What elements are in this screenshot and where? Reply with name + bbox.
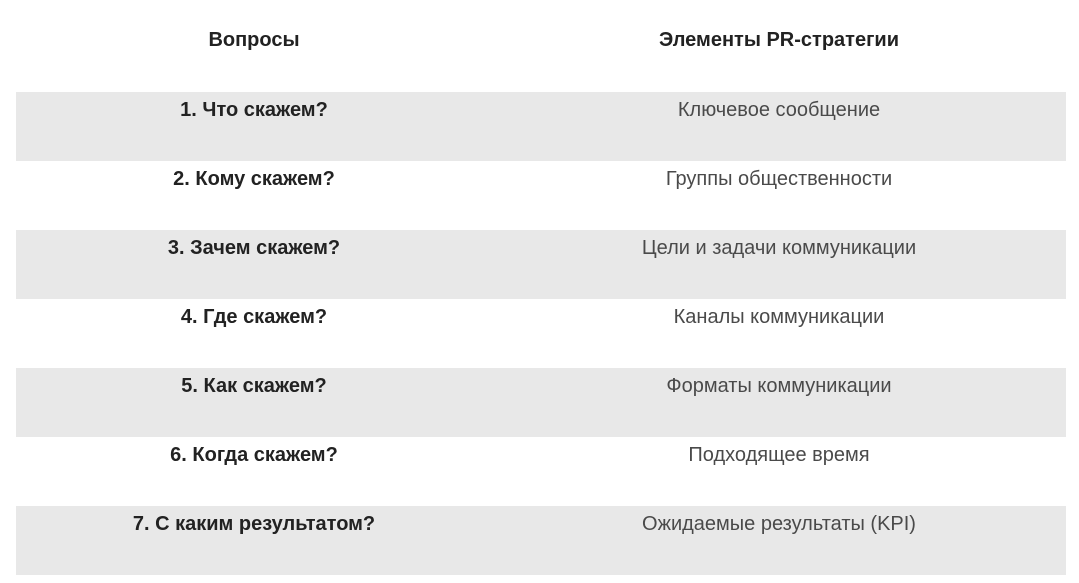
element-cell: Ожидаемые результаты (KPI) [642, 513, 916, 535]
header-elements: Элементы PR-стратегии [659, 29, 899, 51]
question-cell: 3. Зачем скажем? [167, 237, 341, 259]
question-cell: 5. Как скажем? [181, 375, 327, 397]
header-questions: Вопросы [208, 29, 300, 51]
question-cell: 2. Кому скажем? [173, 168, 335, 190]
element-cell: Подходящее время [688, 444, 870, 466]
element-cell: Каналы коммуникации [673, 306, 885, 328]
question-cell: 7. С каким результатом? [132, 513, 376, 535]
table-row: 4. Где скажем? Каналы коммуникации [16, 299, 1066, 368]
table-row: 6. Когда скажем? Подходящее время [16, 437, 1066, 506]
table-row: 2. Кому скажем? Группы общественности [16, 161, 1066, 230]
table-row: 1. Что скажем? Ключевое сообщение [16, 92, 1066, 161]
element-cell: Цели и задачи коммуникации [641, 237, 917, 259]
question-cell: 4. Где скажем? [180, 306, 328, 328]
element-cell: Форматы коммуникации [666, 375, 892, 397]
element-cell: Ключевое сообщение [677, 99, 881, 121]
element-cell: Группы общественности [665, 168, 893, 190]
table-header-row: Вопросы Элементы PR-стратегии [16, 0, 1066, 92]
pr-strategy-table: Вопросы Элементы PR-стратегии 1. Что ска… [16, 0, 1066, 575]
question-cell: 6. Когда скажем? [170, 444, 338, 466]
table-row: 5. Как скажем? Форматы коммуникации [16, 368, 1066, 437]
table-row: 3. Зачем скажем? Цели и задачи коммуника… [16, 230, 1066, 299]
question-cell: 1. Что скажем? [180, 99, 328, 121]
table-row: 7. С каким результатом? Ожидаемые резуль… [16, 506, 1066, 575]
